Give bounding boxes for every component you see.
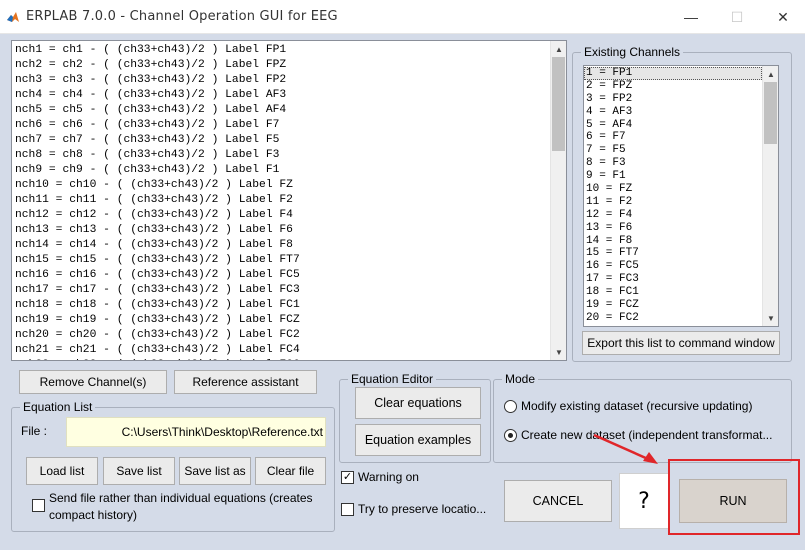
send-file-checkbox[interactable]	[32, 499, 45, 512]
equation-line: nch8 = ch8 - ( (ch33+ch43)/2 ) Label F3	[15, 149, 280, 161]
channel-list-item[interactable]: 20 = FC2	[584, 312, 762, 325]
equation-line: nch19 = ch19 - ( (ch33+ch43)/2 ) Label F…	[15, 314, 300, 326]
warning-on-checkbox[interactable]: ✓	[341, 471, 354, 484]
equation-line: nch5 = ch5 - ( (ch33+ch43)/2 ) Label AF4	[15, 104, 287, 116]
remove-channels-button[interactable]: Remove Channel(s)	[19, 370, 167, 394]
load-list-button[interactable]: Load list	[26, 457, 98, 485]
scroll-thumb[interactable]	[764, 82, 777, 144]
scroll-thumb[interactable]	[552, 57, 565, 151]
channel-list-item[interactable]: 4 = AF3	[584, 106, 762, 119]
equation-textbox[interactable]: nch1 = ch1 - ( (ch33+ch43)/2 ) Label FP1…	[11, 40, 567, 361]
minimize-button[interactable]: —	[668, 0, 714, 34]
equation-list-title: Equation List	[20, 400, 96, 414]
equation-scrollbar[interactable]: ▲ ▼	[550, 41, 566, 360]
scroll-down-icon[interactable]: ▼	[763, 310, 778, 326]
channel-list-item[interactable]: 6 = F7	[584, 131, 762, 144]
equation-line: nch9 = ch9 - ( (ch33+ch43)/2 ) Label F1	[15, 164, 280, 176]
equation-line: nch16 = ch16 - ( (ch33+ch43)/2 ) Label F…	[15, 269, 300, 281]
save-list-as-button[interactable]: Save list as	[179, 457, 251, 485]
warning-on-label: Warning on	[358, 470, 419, 484]
equation-line: nch12 = ch12 - ( (ch33+ch43)/2 ) Label F…	[15, 209, 293, 221]
channel-list-item[interactable]: 11 = F2	[584, 196, 762, 209]
channel-list-item[interactable]: 9 = F1	[584, 170, 762, 183]
equation-line: nch17 = ch17 - ( (ch33+ch43)/2 ) Label F…	[15, 284, 300, 296]
channel-list-item[interactable]: 3 = FP2	[584, 93, 762, 106]
main-panel: nch1 = ch1 - ( (ch33+ch43)/2 ) Label FP1…	[0, 34, 805, 550]
file-path-field[interactable]: C:\Users\Think\Desktop\Reference.txt	[66, 417, 326, 447]
scroll-up-icon[interactable]: ▲	[763, 66, 778, 82]
preserve-locations-checkbox[interactable]	[341, 503, 354, 516]
channel-lines: 1 = FP1 2 = FPZ 3 = FP2 4 = AF3 5 = AF4 6 = F…	[584, 67, 762, 325]
equation-line: nch20 = ch20 - ( (ch33+ch43)/2 ) Label F…	[15, 329, 300, 341]
equation-line: nch13 = ch13 - ( (ch33+ch43)/2 ) Label F…	[15, 224, 293, 236]
equation-line: nch15 = ch15 - ( (ch33+ch43)/2 ) Label F…	[15, 254, 300, 266]
equation-line: nch3 = ch3 - ( (ch33+ch43)/2 ) Label FP2	[15, 74, 287, 86]
channel-list-item[interactable]: 2 = FPZ	[584, 80, 762, 93]
channel-list-item[interactable]: 5 = AF4	[584, 119, 762, 132]
run-highlight-box	[668, 459, 800, 535]
maximize-button[interactable]: ☐	[714, 0, 760, 34]
create-dataset-label: Create new dataset (independent transfor…	[521, 428, 773, 442]
modify-dataset-radio[interactable]	[504, 400, 517, 413]
channel-list-item[interactable]: 12 = F4	[584, 209, 762, 222]
equation-line: nch21 = ch21 - ( (ch33+ch43)/2 ) Label F…	[15, 344, 300, 356]
channel-list-item[interactable]: 1 = FP1	[584, 67, 762, 80]
channel-list-item[interactable]: 8 = F3	[584, 157, 762, 170]
equation-line: nch14 = ch14 - ( (ch33+ch43)/2 ) Label F…	[15, 239, 293, 251]
preserve-locations-label: Try to preserve locatio...	[358, 502, 487, 516]
channel-list-item[interactable]: 13 = F6	[584, 222, 762, 235]
channel-list-item[interactable]: 17 = FC3	[584, 273, 762, 286]
file-label: File :	[21, 424, 48, 438]
channel-list-item[interactable]: 14 = F8	[584, 235, 762, 248]
channel-list-item[interactable]: 19 = FCZ	[584, 299, 762, 312]
mode-title: Mode	[502, 372, 539, 386]
checkmark-icon: ✓	[342, 471, 353, 483]
equation-editor-title: Equation Editor	[348, 372, 437, 386]
clear-file-button[interactable]: Clear file	[255, 457, 326, 485]
window-title: ERPLAB 7.0.0 - Channel Operation GUI for…	[26, 9, 338, 24]
reference-assistant-button[interactable]: Reference assistant	[174, 370, 317, 394]
channel-list-item[interactable]: 16 = FC5	[584, 260, 762, 273]
title-bar: ERPLAB 7.0.0 - Channel Operation GUI for…	[0, 0, 805, 34]
create-dataset-radio[interactable]	[504, 429, 517, 442]
equation-line: nch10 = ch10 - ( (ch33+ch43)/2 ) Label F…	[15, 179, 293, 191]
existing-channels-title: Existing Channels	[581, 45, 684, 59]
existing-channels-list[interactable]: 1 = FP1 2 = FPZ 3 = FP2 4 = AF3 5 = AF4 6 = F…	[583, 65, 779, 327]
save-list-button[interactable]: Save list	[103, 457, 175, 485]
equation-line: nch22 = ch22 - ( (ch33+ch43)/2 ) Label F…	[15, 358, 300, 360]
channel-list-item[interactable]: 7 = F5	[584, 144, 762, 157]
channel-list-item[interactable]: 15 = FT7	[584, 247, 762, 260]
mode-panel: Mode	[493, 372, 792, 463]
scroll-up-icon[interactable]: ▲	[551, 41, 566, 57]
equation-line: nch1 = ch1 - ( (ch33+ch43)/2 ) Label FP1	[15, 44, 287, 56]
modify-dataset-label: Modify existing dataset (recursive updat…	[521, 399, 753, 413]
cancel-button[interactable]: CANCEL	[504, 480, 612, 522]
equation-line: nch6 = ch6 - ( (ch33+ch43)/2 ) Label F7	[15, 119, 280, 131]
existing-channels-panel: Existing Channels 1 = FP1 2 = FPZ 3 = FP2 4…	[572, 45, 792, 362]
clear-equations-button[interactable]: Clear equations	[355, 387, 481, 419]
equation-line: nch18 = ch18 - ( (ch33+ch43)/2 ) Label F…	[15, 299, 300, 311]
equation-line: nch11 = ch11 - ( (ch33+ch43)/2 ) Label F…	[15, 194, 293, 206]
equation-line: nch7 = ch7 - ( (ch33+ch43)/2 ) Label F5	[15, 134, 280, 146]
help-button[interactable]: ?	[619, 473, 669, 529]
send-file-label: Send file rather than individual equatio…	[49, 491, 313, 522]
export-list-button[interactable]: Export this list to command window	[582, 331, 780, 355]
equation-examples-button[interactable]: Equation examples	[355, 424, 481, 456]
matlab-logo-icon	[7, 12, 19, 22]
equation-line: nch2 = ch2 - ( (ch33+ch43)/2 ) Label FPZ	[15, 59, 287, 71]
equation-lines: nch1 = ch1 - ( (ch33+ch43)/2 ) Label FP1…	[15, 43, 300, 360]
equation-line: nch4 = ch4 - ( (ch33+ch43)/2 ) Label AF3	[15, 89, 287, 101]
channel-list-item[interactable]: 10 = FZ	[584, 183, 762, 196]
close-button[interactable]: ✕	[760, 0, 805, 34]
channels-scrollbar[interactable]: ▲ ▼	[762, 66, 778, 326]
scroll-down-icon[interactable]: ▼	[551, 344, 566, 360]
channel-list-item[interactable]: 18 = FC1	[584, 286, 762, 299]
